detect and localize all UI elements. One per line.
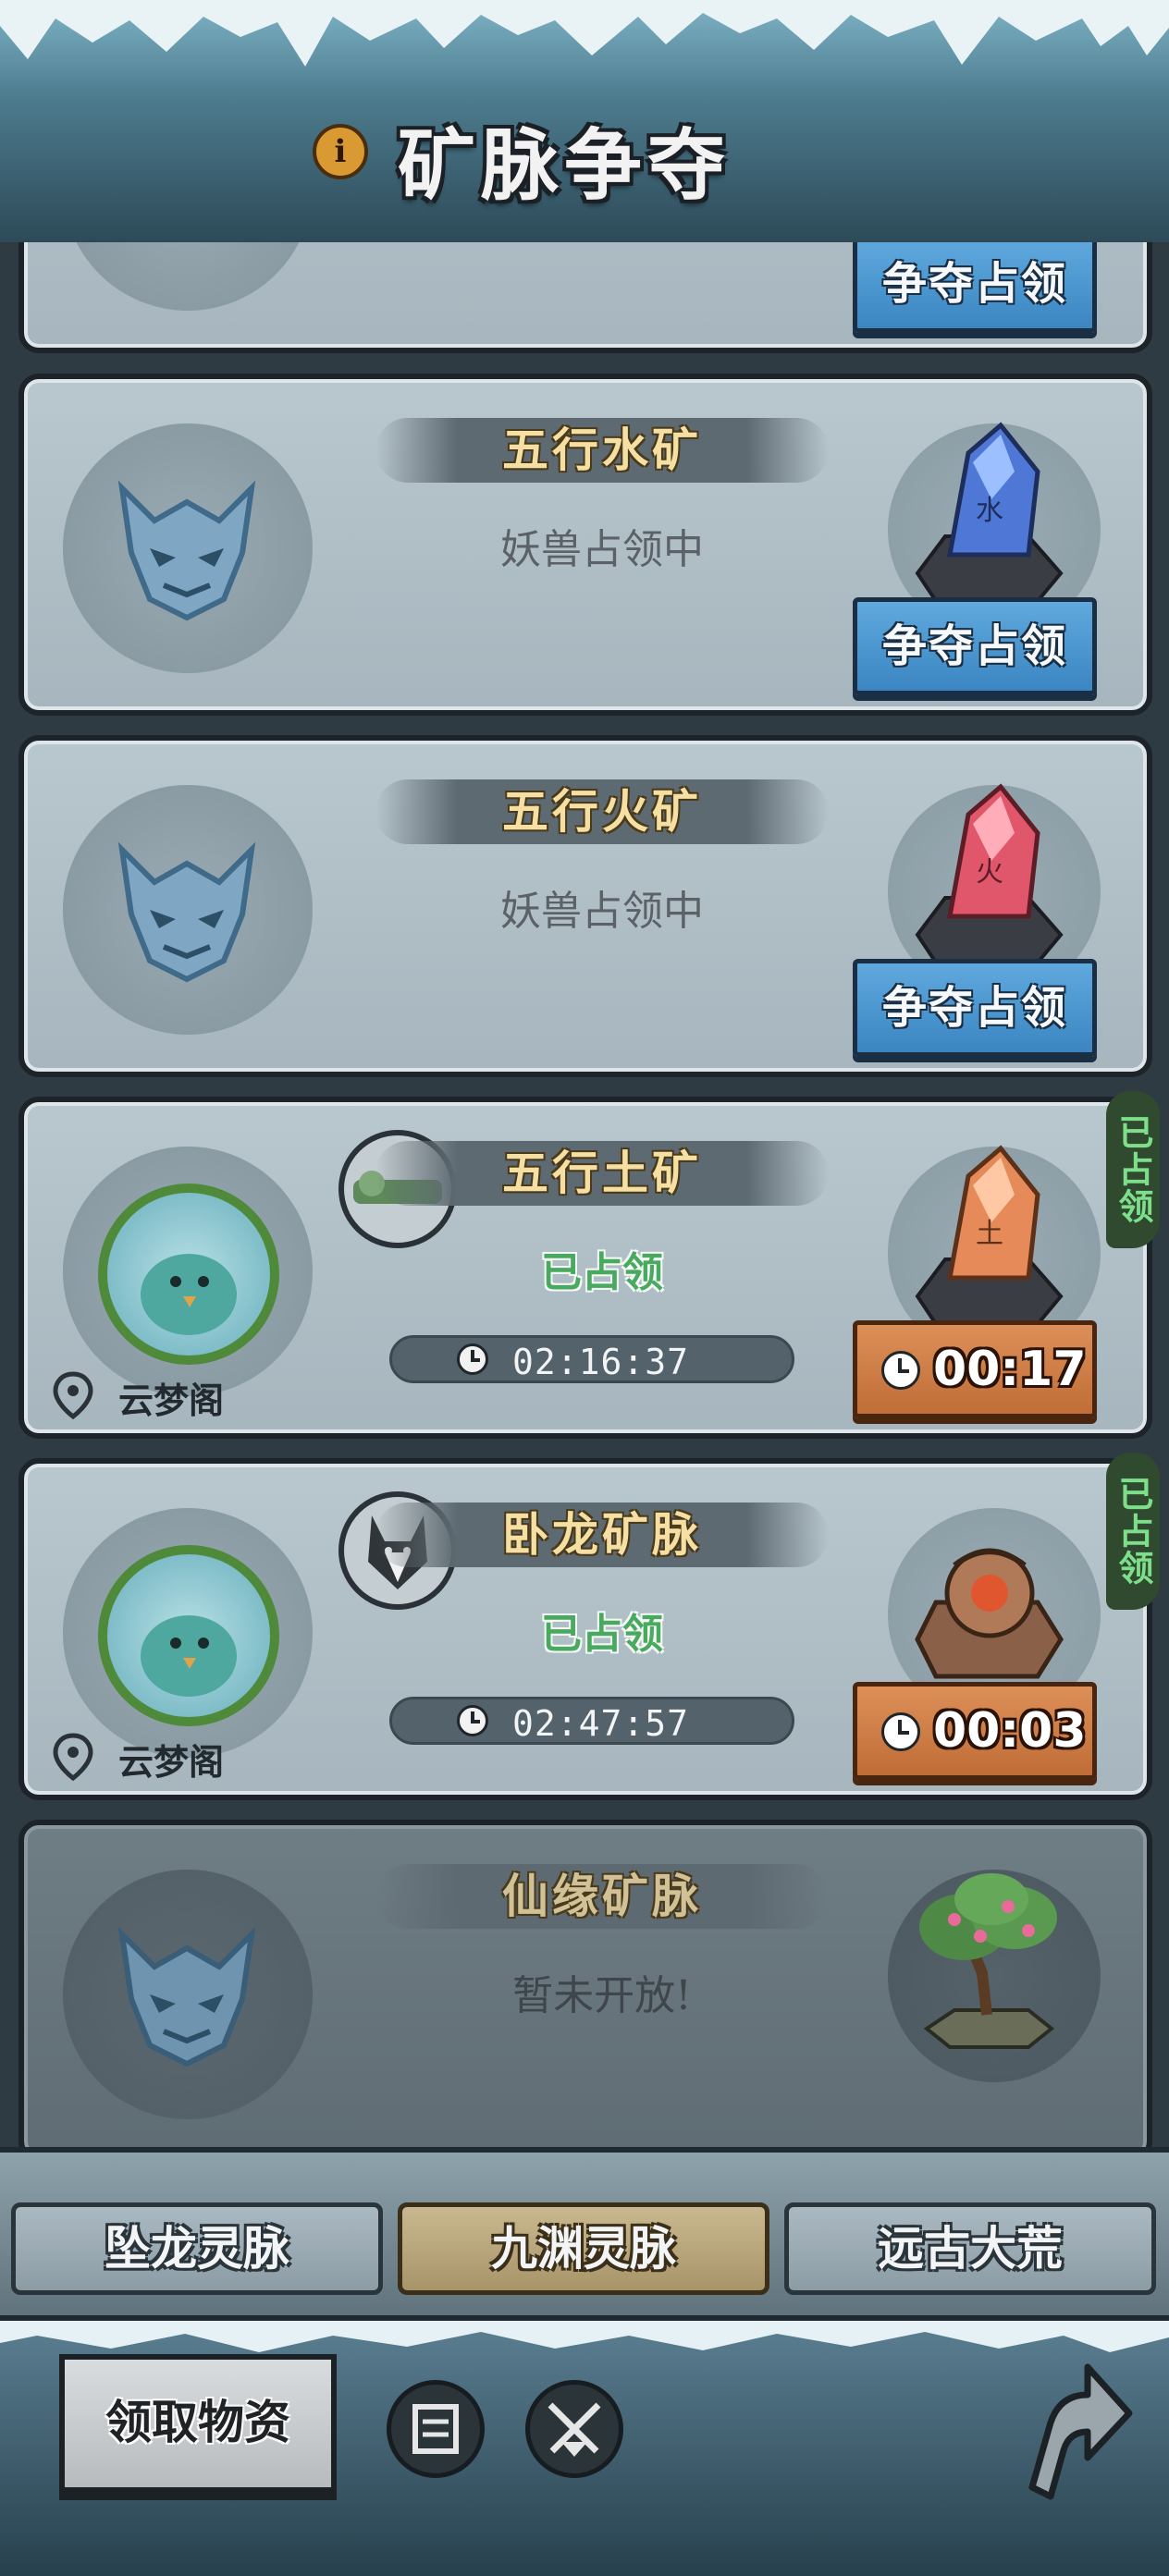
clock-icon xyxy=(881,1351,920,1390)
claim-supplies-button[interactable]: 领取物资 xyxy=(59,2354,337,2493)
mine-card-water: 五行水矿 妖兽占领中 水 争夺占领 xyxy=(18,374,1152,716)
location-pin-icon xyxy=(53,1371,93,1420)
scroll-icon[interactable] xyxy=(387,2380,485,2478)
region-tabs: 坠龙灵脉 九渊灵脉 远古大荒 xyxy=(0,2147,1169,2321)
clock-icon xyxy=(457,1705,488,1736)
mine-name: 五行土矿 xyxy=(502,1146,702,1200)
mine-card-dragon: 云梦阁 卧龙矿脉 已占领 02:47:57 00:03 已占领 xyxy=(18,1453,1160,1800)
mine-card-partial: 争夺占领 xyxy=(18,242,1152,353)
mine-status: 妖兽占领中 xyxy=(500,888,704,935)
guild-name: 云梦阁 xyxy=(118,1741,225,1783)
cooldown-button[interactable]: 00:03 xyxy=(853,1682,1097,1780)
occupied-tag: 已占领 xyxy=(1106,1091,1160,1248)
tab-zhuilong[interactable]: 坠龙灵脉 xyxy=(11,2202,383,2295)
info-icon[interactable]: i xyxy=(313,124,368,179)
svg-text:水: 水 xyxy=(976,495,1003,527)
cooldown-value: 00:03 xyxy=(933,1703,1087,1759)
mine-list[interactable]: 争夺占领 五行水矿 妖兽占领中 水 争夺占领 五行火矿 妖兽占领中 火 争夺占领… xyxy=(0,242,1169,2147)
guild-name: 云梦阁 xyxy=(118,1380,225,1421)
mine-status: 已占领 xyxy=(541,1249,663,1296)
occupy-timer: 02:47:57 xyxy=(389,1697,794,1745)
mine-name: 仙缘矿脉 xyxy=(502,1869,702,1923)
mine-name: 五行火矿 xyxy=(502,784,702,839)
occupy-timer: 02:16:37 xyxy=(389,1335,794,1383)
svg-text:土: 土 xyxy=(976,1218,1003,1250)
dragon-ore-icon xyxy=(915,1548,1064,1679)
avatar-placeholder xyxy=(63,242,313,311)
mine-status: 暂未开放! xyxy=(512,1972,692,2019)
swords-glyph xyxy=(548,2402,601,2457)
clock-icon xyxy=(881,1712,920,1751)
timer-value: 02:47:57 xyxy=(512,1703,690,1744)
clock-icon xyxy=(457,1343,488,1375)
bird-emblem-icon xyxy=(141,1254,237,1335)
occupied-tag: 已占领 xyxy=(1106,1453,1160,1610)
mine-name: 五行水矿 xyxy=(502,423,702,477)
header-bar: i 矿脉争夺 xyxy=(0,0,1169,248)
bird-emblem-icon xyxy=(141,1615,237,1697)
location-pin-icon xyxy=(53,1733,93,1782)
crossed-swords-icon[interactable] xyxy=(525,2380,623,2478)
earth-crystal-icon: 土 xyxy=(915,1145,1064,1326)
bonsai-tree-icon xyxy=(919,1873,1057,2049)
mine-card-fire: 五行火矿 妖兽占领中 火 争夺占领 xyxy=(18,735,1152,1077)
guild-avatar[interactable] xyxy=(98,1184,279,1365)
tab-jiuyuan[interactable]: 九渊灵脉 xyxy=(398,2202,769,2295)
cooldown-button[interactable]: 00:17 xyxy=(853,1320,1097,1418)
mine-name: 卧龙矿脉 xyxy=(502,1507,702,1562)
demon-mask-icon xyxy=(117,480,256,621)
mine-card-locked: 仙缘矿脉 暂未开放! xyxy=(18,1820,1152,2147)
demon-mask-icon xyxy=(117,1926,256,2067)
contest-button[interactable]: 争夺占领 xyxy=(853,242,1097,333)
page-title: 矿脉争夺 xyxy=(398,119,732,211)
demon-mask-icon xyxy=(117,841,256,983)
icicles-decoration xyxy=(0,0,1169,67)
back-arrow-icon[interactable] xyxy=(995,2349,1134,2506)
fire-crystal-icon: 火 xyxy=(915,783,1064,964)
cooldown-value: 00:17 xyxy=(933,1342,1087,1397)
mine-card-earth: 云梦阁 五行土矿 已占领 02:16:37 土 00:17 已占领 xyxy=(18,1091,1160,1439)
svg-text:火: 火 xyxy=(976,856,1003,889)
water-crystal-icon: 水 xyxy=(915,422,1064,603)
bottom-bar: 领取物资 xyxy=(0,2315,1169,2576)
tab-yuangu[interactable]: 远古大荒 xyxy=(784,2202,1156,2295)
mine-status: 已占领 xyxy=(541,1611,663,1658)
contest-button[interactable]: 争夺占领 xyxy=(853,959,1097,1057)
contest-button[interactable]: 争夺占领 xyxy=(853,597,1097,695)
timer-value: 02:16:37 xyxy=(512,1342,690,1382)
mine-status: 妖兽占领中 xyxy=(500,526,704,573)
guild-avatar[interactable] xyxy=(98,1545,279,1726)
scroll-glyph xyxy=(412,2404,459,2454)
